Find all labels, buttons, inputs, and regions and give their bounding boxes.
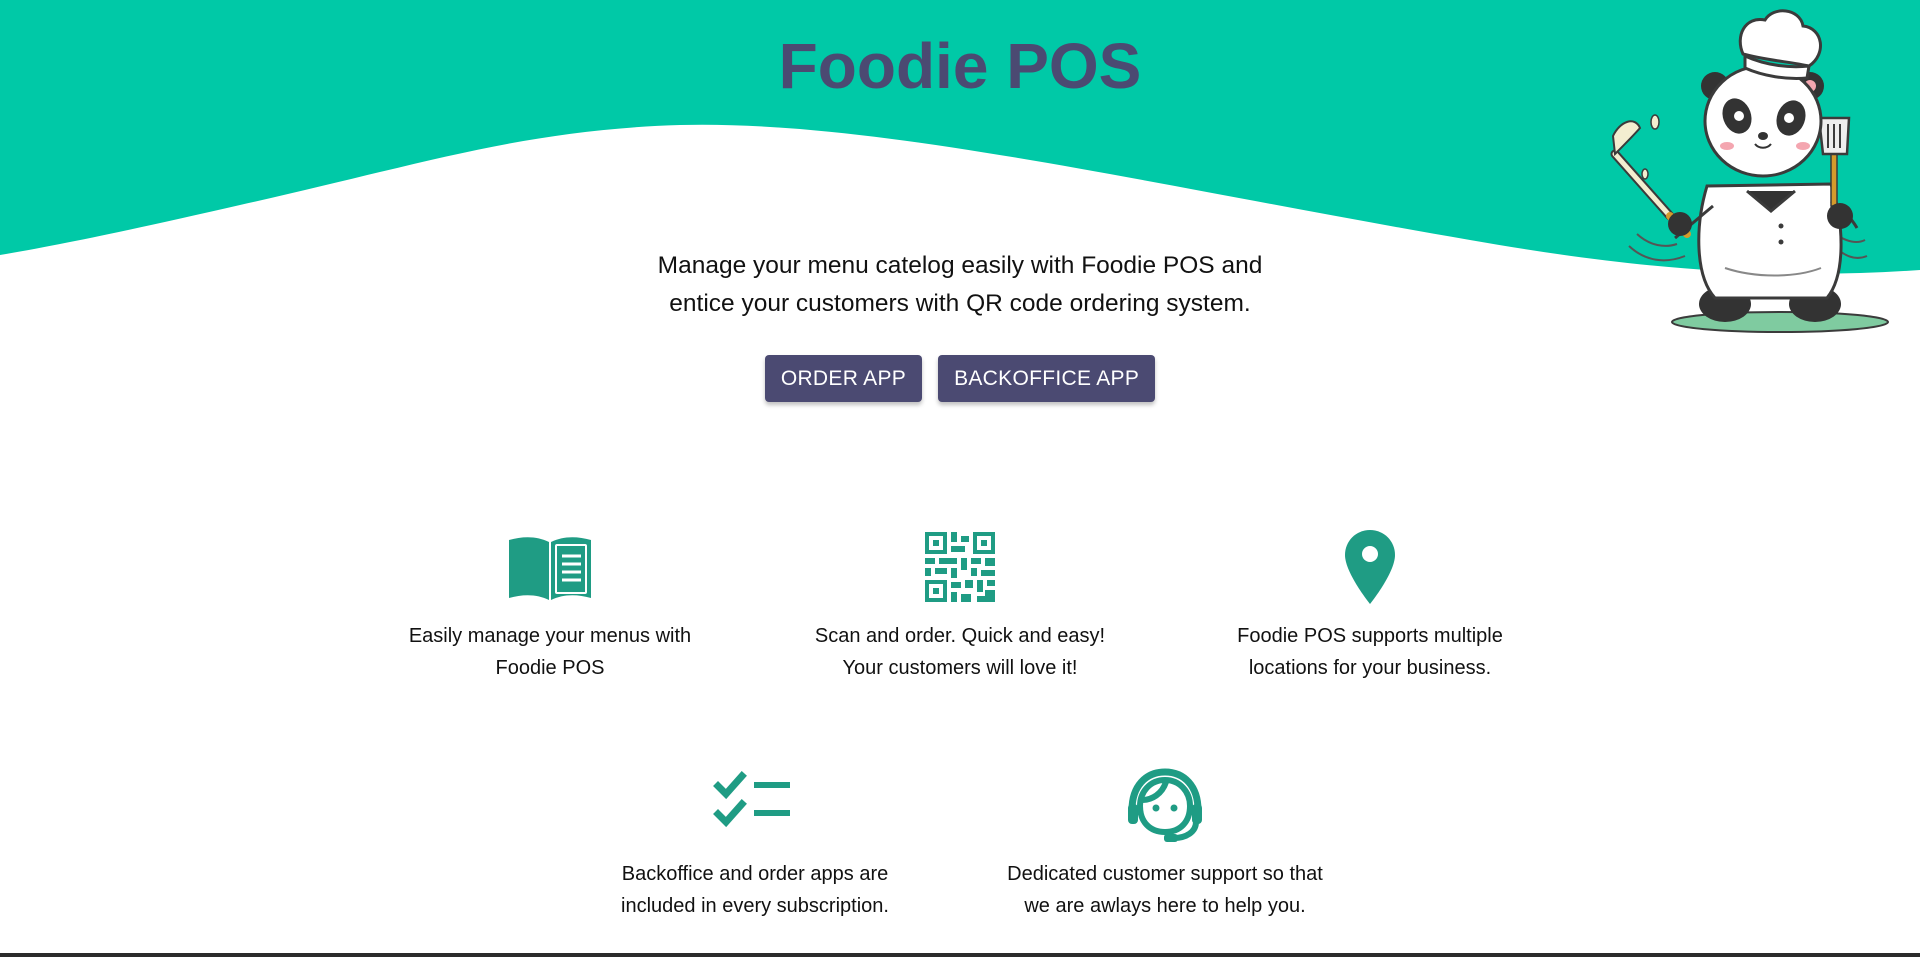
feature-line: Your customers will love it! bbox=[842, 657, 1078, 679]
checklist-icon bbox=[713, 771, 790, 828]
feature-line: included in every subscription. bbox=[621, 895, 889, 917]
panda-chef-illustration bbox=[1610, 9, 1889, 333]
feature-line: Backoffice and order apps are bbox=[621, 863, 889, 885]
tagline-line-2: entice your customers with QR code order… bbox=[669, 290, 1251, 317]
feature-text: Scan and order. Quick and easy! Your cus… bbox=[790, 620, 1130, 684]
feature-text: Easily manage your menus with Foodie POS bbox=[380, 620, 720, 684]
feature-line: we are awlays here to help you. bbox=[1024, 895, 1306, 917]
landing-page: Foodie POS Manage your menu catelog easi… bbox=[0, 0, 1920, 957]
feature-text: Dedicated customer support so that we ar… bbox=[995, 858, 1335, 922]
feature-menu-management: Easily manage your menus with Foodie POS bbox=[380, 528, 720, 684]
feature-line: Foodie POS supports multiple bbox=[1237, 625, 1503, 647]
customer-support-headset-icon bbox=[1128, 768, 1202, 842]
feature-line: Scan and order. Quick and easy! bbox=[814, 625, 1106, 647]
tagline-line-1: Manage your menu catelog easily with Foo… bbox=[657, 252, 1263, 279]
backoffice-app-button[interactable]: BACKOFFICE APP bbox=[938, 355, 1156, 402]
feature-subscription-apps: Backoffice and order apps are included i… bbox=[585, 766, 925, 922]
feature-line: Easily manage your menus with bbox=[408, 625, 692, 647]
bottom-edge-bar bbox=[0, 953, 1920, 957]
location-pin-icon bbox=[1345, 530, 1395, 604]
open-book-menu-icon bbox=[509, 537, 591, 600]
qr-code-icon bbox=[925, 532, 995, 602]
feature-line: locations for your business. bbox=[1248, 657, 1492, 679]
feature-text: Backoffice and order apps are included i… bbox=[585, 858, 925, 922]
feature-multiple-locations: Foodie POS supports multiple locations f… bbox=[1200, 528, 1540, 684]
order-app-button[interactable]: ORDER APP bbox=[764, 355, 923, 402]
app-buttons: ORDER APP BACKOFFICE APP bbox=[0, 355, 1920, 402]
feature-qr-ordering: Scan and order. Quick and easy! Your cus… bbox=[790, 528, 1130, 684]
feature-customer-support: Dedicated customer support so that we ar… bbox=[995, 766, 1335, 922]
feature-line: Foodie POS bbox=[495, 657, 605, 679]
feature-text: Foodie POS supports multiple locations f… bbox=[1200, 620, 1540, 684]
hero-tagline: Manage your menu catelog easily with Foo… bbox=[560, 247, 1360, 323]
feature-line: Dedicated customer support so that bbox=[1007, 863, 1323, 885]
